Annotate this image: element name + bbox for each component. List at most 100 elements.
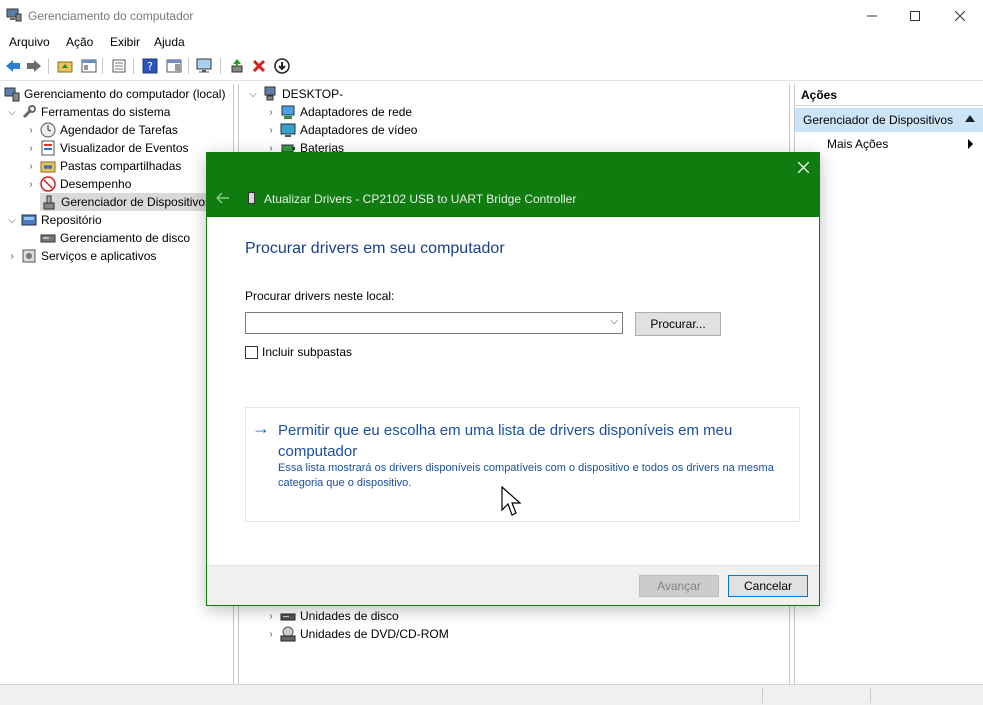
device-tree-root[interactable]: ⌵ DESKTOP- (247, 85, 343, 103)
dialog-close-button[interactable] (795, 161, 811, 177)
enable-device-button[interactable] (273, 57, 291, 75)
back-button[interactable] (4, 57, 22, 75)
chevron-down-icon[interactable]: ⌵ (247, 88, 259, 100)
display-adapter-icon (280, 123, 296, 137)
driver-path-combobox[interactable]: ⌵ (245, 312, 623, 334)
more-actions-item[interactable]: Mais Ações (827, 137, 888, 151)
minimize-icon (867, 15, 877, 16)
menu-bar: Arquivo Ação Exibir Ajuda (0, 31, 983, 53)
option-sub-text: Essa lista mostrará os drivers disponíve… (278, 462, 774, 489)
device-category-label: Adaptadores de vídeo (300, 123, 418, 137)
pick-from-list-option[interactable]: → Permitir que eu escolha em uma lista d… (245, 407, 800, 522)
actions-section-label: Gerenciador de Dispositivos (803, 113, 954, 127)
toolbar-separator (133, 58, 134, 74)
event-viewer-icon (41, 140, 55, 156)
forward-arrow-icon (27, 60, 41, 72)
back-arrow-icon (6, 60, 20, 72)
chevron-down-icon[interactable]: ⌵ (610, 316, 618, 327)
chevron-right-icon[interactable]: › (6, 250, 18, 262)
device-category-label: Unidades de DVD/CD-ROM (300, 627, 449, 641)
chevron-right-icon[interactable]: › (265, 124, 277, 136)
minimize-button[interactable] (849, 0, 895, 31)
tree-item-shared-folders[interactable]: › Pastas compartilhadas (25, 157, 181, 175)
usb-device-icon (248, 192, 255, 204)
tree-item-device-manager[interactable]: Gerenciador de Dispositivos (40, 193, 234, 211)
toolbar-separator (220, 58, 221, 74)
title-bar: Gerenciamento do computador (0, 0, 983, 31)
chevron-right-icon[interactable]: › (25, 124, 37, 136)
menu-acao[interactable]: Ação (66, 35, 93, 49)
include-subfolders-label: Incluir subpastas (262, 345, 353, 359)
close-button[interactable] (937, 0, 983, 31)
device-category-dvd-drives[interactable]: › Unidades de DVD/CD-ROM (265, 625, 449, 643)
scan-hardware-button[interactable] (196, 57, 214, 75)
action-pane-button[interactable] (165, 57, 183, 75)
submenu-arrow-icon[interactable] (968, 139, 973, 149)
collapse-triangle-icon[interactable] (965, 115, 975, 122)
menu-arquivo[interactable]: Arquivo (9, 35, 50, 49)
device-category-network[interactable]: › Adaptadores de rede (265, 103, 412, 121)
update-driver-icon (231, 59, 243, 73)
mouse-cursor-icon (501, 486, 521, 516)
tree-item-computer-management[interactable]: Gerenciamento do computador (local) (4, 85, 225, 103)
toolbar-separator (102, 58, 103, 74)
chevron-right-icon[interactable]: › (265, 628, 277, 640)
menu-exibir[interactable]: Exibir (110, 35, 140, 49)
tree-item-storage[interactable]: ⌵ Repositório (6, 211, 102, 229)
tree-item-disk-management[interactable]: Gerenciamento de disco (40, 229, 190, 247)
shared-folder-icon (40, 161, 56, 173)
dialog-back-button[interactable] (216, 191, 232, 207)
menu-ajuda[interactable]: Ajuda (154, 35, 185, 49)
folder-up-icon (57, 61, 73, 73)
device-tree-root-label: DESKTOP- (282, 87, 344, 101)
device-category-label: Adaptadores de rede (300, 105, 413, 119)
maximize-button[interactable] (892, 0, 938, 31)
help-button[interactable]: ? (141, 57, 159, 75)
close-icon (797, 161, 809, 174)
next-button[interactable]: Avançar (639, 575, 719, 597)
tree-item-services-applications[interactable]: › Serviços e aplicativos (6, 247, 156, 265)
update-driver-button[interactable] (228, 57, 246, 75)
tree-item-label: Gerenciamento de disco (60, 231, 191, 245)
chevron-right-icon[interactable]: › (25, 160, 37, 172)
tools-icon (22, 105, 36, 119)
toolbar-separator (48, 58, 49, 74)
chevron-right-icon[interactable]: › (265, 610, 277, 622)
properties-icon (112, 59, 126, 73)
tree-view-icon (81, 59, 97, 73)
chevron-down-icon[interactable]: ⌵ (6, 106, 18, 118)
properties-button[interactable] (110, 57, 128, 75)
show-hide-tree-button[interactable] (80, 57, 98, 75)
tree-item-event-viewer[interactable]: › Visualizador de Eventos (25, 139, 189, 157)
tree-item-label: Ferramentas do sistema (41, 105, 171, 119)
action-pane-icon (166, 59, 182, 73)
actions-header: Ações (795, 84, 983, 106)
tree-item-performance[interactable]: › Desempenho (25, 175, 131, 193)
arrow-right-icon: → (252, 418, 270, 438)
checkbox-box[interactable] (245, 345, 258, 359)
chevron-right-icon[interactable]: › (265, 106, 277, 118)
computer-management-icon (4, 87, 20, 102)
actions-section-device-manager[interactable]: Gerenciador de Dispositivos (795, 108, 983, 132)
option-main-text: Permitir que eu escolha em uma lista de … (278, 422, 733, 460)
device-category-label: Unidades de disco (300, 609, 399, 623)
tree-item-task-scheduler[interactable]: › Agendador de Tarefas (25, 121, 178, 139)
device-category-video[interactable]: › Adaptadores de vídeo (265, 121, 417, 139)
browse-button[interactable]: Procurar... (635, 312, 721, 336)
cancel-button[interactable]: Cancelar (728, 575, 808, 597)
uninstall-device-button[interactable] (250, 57, 268, 75)
chevron-down-icon[interactable]: ⌵ (6, 214, 18, 226)
update-drivers-dialog: Atualizar Drivers - CP2102 USB to UART B… (206, 152, 820, 606)
device-category-disk-drives[interactable]: › Unidades de disco (265, 607, 399, 625)
tree-item-label: Serviços e aplicativos (41, 249, 157, 263)
tree-item-system-tools[interactable]: ⌵ Ferramentas do sistema (6, 103, 170, 121)
chevron-right-icon[interactable]: › (25, 142, 37, 154)
include-subfolders-checkbox[interactable]: Incluir subpastas (245, 345, 352, 359)
clock-icon (40, 122, 56, 138)
forward-button[interactable] (25, 57, 43, 75)
up-folder-button[interactable] (56, 57, 74, 75)
back-arrow-icon (216, 192, 229, 204)
path-label: Procurar drivers neste local: (245, 289, 395, 303)
disk-drive-icon (280, 613, 296, 621)
chevron-right-icon[interactable]: › (25, 178, 37, 190)
